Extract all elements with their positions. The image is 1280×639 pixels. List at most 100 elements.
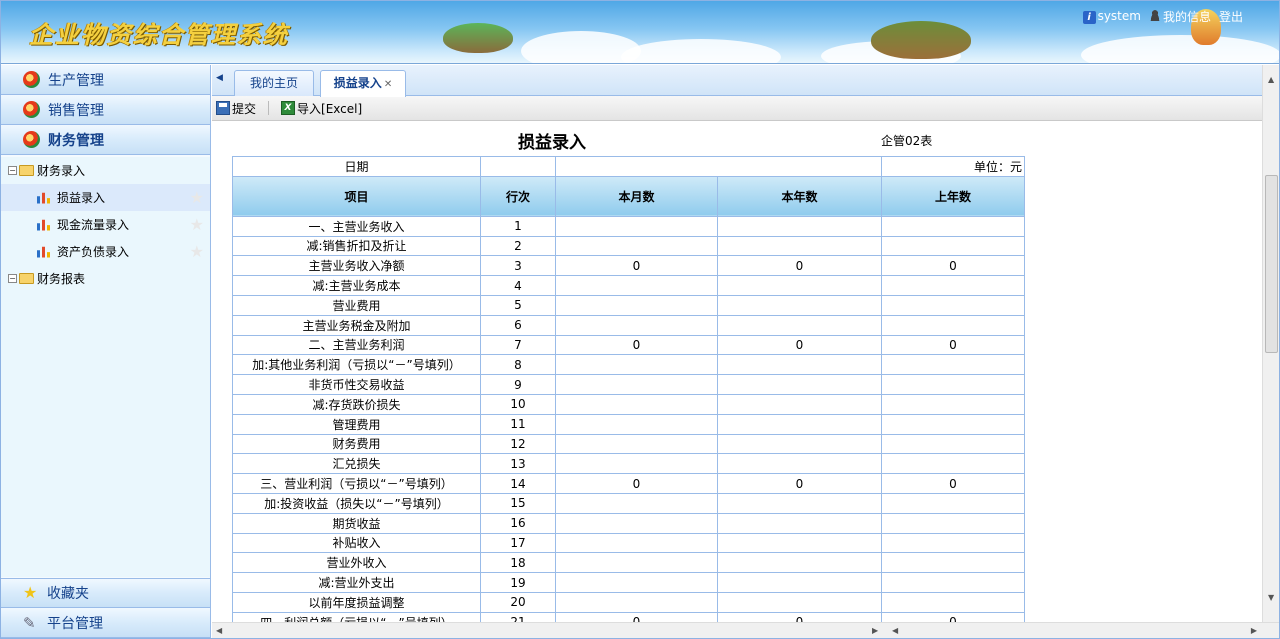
row-month-cell[interactable] bbox=[555, 314, 718, 336]
scroll-thumb[interactable] bbox=[1265, 175, 1278, 353]
row-last-year-cell[interactable]: 0 bbox=[881, 611, 1025, 622]
row-month-cell[interactable]: 0 bbox=[555, 611, 718, 622]
row-month-cell[interactable]: 0 bbox=[555, 334, 718, 356]
row-year-cell[interactable]: 0 bbox=[717, 611, 882, 622]
row-month-cell[interactable] bbox=[555, 433, 718, 455]
row-month-cell[interactable] bbox=[555, 532, 718, 554]
row-last-year-cell[interactable] bbox=[881, 532, 1025, 554]
row-year-cell[interactable] bbox=[717, 235, 882, 257]
row-last-year-cell[interactable]: 0 bbox=[881, 473, 1025, 494]
row-last-year-cell[interactable] bbox=[881, 512, 1025, 534]
row-last-year-cell[interactable] bbox=[881, 552, 1025, 574]
row-month-cell[interactable] bbox=[555, 453, 718, 475]
tab-profit-loss[interactable]: 损益录入 ✕ bbox=[320, 70, 406, 97]
row-year-cell[interactable] bbox=[717, 354, 882, 376]
scroll-right-icon[interactable]: ▶ bbox=[872, 626, 878, 635]
row-year-cell[interactable]: 0 bbox=[717, 473, 882, 494]
row-last-year-cell[interactable] bbox=[881, 354, 1025, 376]
tab-home[interactable]: 我的主页 bbox=[234, 70, 314, 96]
row-month-cell[interactable] bbox=[555, 275, 718, 296]
favorite-star-icon[interactable]: ★ bbox=[190, 188, 204, 207]
row-year-cell[interactable] bbox=[717, 512, 882, 534]
row-month-cell[interactable] bbox=[555, 492, 718, 514]
accordion-sales[interactable]: 销售管理 bbox=[1, 95, 210, 125]
my-info-link[interactable]: 我的信息 bbox=[1148, 8, 1211, 25]
row-month-cell[interactable]: 0 bbox=[555, 255, 718, 277]
accordion-finance[interactable]: 财务管理 bbox=[1, 125, 210, 155]
horizontal-scrollbar[interactable]: ◀ ▶ ◀ ▶ bbox=[212, 622, 1279, 638]
row-month-cell[interactable] bbox=[555, 235, 718, 257]
row-last-year-cell[interactable] bbox=[881, 591, 1025, 613]
row-last-year-cell[interactable] bbox=[881, 413, 1025, 435]
scroll-left-icon[interactable]: ◀ bbox=[216, 626, 222, 635]
row-month-cell[interactable] bbox=[555, 552, 718, 574]
row-month-cell[interactable] bbox=[555, 591, 718, 613]
collapse-icon[interactable]: − bbox=[8, 166, 17, 175]
user-link[interactable]: i system bbox=[1082, 9, 1141, 24]
row-year-cell[interactable] bbox=[717, 275, 882, 296]
row-year-cell[interactable] bbox=[717, 492, 882, 514]
tree-item-balance-sheet[interactable]: 资产负债录入 ★ bbox=[1, 238, 210, 265]
row-year-cell[interactable] bbox=[717, 393, 882, 415]
row-last-year-cell[interactable] bbox=[881, 374, 1025, 395]
tree-folder-finance-reports[interactable]: − 财务报表 bbox=[1, 265, 210, 292]
logout-link[interactable]: 登出 bbox=[1219, 8, 1243, 25]
row-month-cell[interactable]: 0 bbox=[555, 473, 718, 494]
scroll-left-icon-2[interactable]: ◀ bbox=[892, 626, 898, 635]
tab-scroll-left-icon[interactable]: ◀ bbox=[216, 73, 223, 83]
row-last-year-cell[interactable] bbox=[881, 314, 1025, 336]
row-month-cell[interactable] bbox=[555, 393, 718, 415]
row-month-cell[interactable] bbox=[555, 572, 718, 593]
row-year-cell[interactable] bbox=[717, 532, 882, 554]
row-last-year-cell[interactable] bbox=[881, 572, 1025, 593]
accordion-platform[interactable]: ✎ 平台管理 bbox=[1, 608, 210, 638]
row-year-cell[interactable] bbox=[717, 314, 882, 336]
scroll-right-icon-2[interactable]: ▶ bbox=[1251, 626, 1257, 635]
row-month-cell[interactable] bbox=[555, 374, 718, 395]
close-icon[interactable]: ✕ bbox=[384, 73, 392, 97]
row-year-cell[interactable]: 0 bbox=[717, 334, 882, 356]
row-year-cell[interactable] bbox=[717, 413, 882, 435]
row-year-cell[interactable] bbox=[717, 215, 882, 237]
row-last-year-cell[interactable] bbox=[881, 294, 1025, 316]
row-last-year-cell[interactable] bbox=[881, 453, 1025, 475]
row-year-cell[interactable] bbox=[717, 294, 882, 316]
vertical-scrollbar[interactable]: ▲ ▲ ▼ bbox=[1262, 65, 1279, 622]
row-year-cell[interactable] bbox=[717, 552, 882, 574]
export-excel-button[interactable]: X 导入[Excel] bbox=[281, 100, 362, 117]
row-last-year-cell[interactable] bbox=[881, 393, 1025, 415]
row-year-cell[interactable] bbox=[717, 433, 882, 455]
row-last-year-cell[interactable]: 0 bbox=[881, 334, 1025, 356]
tree-item-profit-loss[interactable]: 损益录入 ★ bbox=[1, 184, 210, 211]
col-header-month: 本月数 bbox=[555, 175, 718, 217]
row-last-year-cell[interactable] bbox=[881, 235, 1025, 257]
row-year-cell[interactable] bbox=[717, 453, 882, 475]
row-last-year-cell[interactable] bbox=[881, 215, 1025, 237]
row-month-cell[interactable] bbox=[555, 294, 718, 316]
row-year-cell[interactable]: 0 bbox=[717, 255, 882, 277]
collapse-icon[interactable]: − bbox=[8, 274, 17, 283]
accordion-production[interactable]: 生产管理 bbox=[1, 65, 210, 95]
row-month-cell[interactable] bbox=[555, 512, 718, 534]
row-last-year-cell[interactable] bbox=[881, 433, 1025, 455]
tree-item-cash-flow[interactable]: 现金流量录入 ★ bbox=[1, 211, 210, 238]
scroll-up-icon[interactable]: ▲ bbox=[1268, 75, 1274, 84]
tree-folder-finance-entry[interactable]: − 财务录入 bbox=[1, 157, 210, 184]
row-month-cell[interactable] bbox=[555, 354, 718, 376]
row-year-cell[interactable] bbox=[717, 374, 882, 395]
accordion-favorites[interactable]: ★ 收藏夹 bbox=[1, 578, 210, 608]
row-last-year-cell[interactable] bbox=[881, 492, 1025, 514]
date-input[interactable] bbox=[480, 156, 556, 177]
submit-button[interactable]: 提交 bbox=[216, 100, 256, 117]
row-last-year-cell[interactable] bbox=[881, 275, 1025, 296]
favorite-star-icon[interactable]: ★ bbox=[190, 215, 204, 234]
table-row: 汇兑损失 13 bbox=[232, 453, 1025, 475]
scroll-down-icon[interactable]: ▼ bbox=[1268, 593, 1274, 602]
date-input-wide[interactable] bbox=[555, 156, 882, 177]
row-year-cell[interactable] bbox=[717, 572, 882, 593]
favorite-star-icon[interactable]: ★ bbox=[190, 242, 204, 261]
row-last-year-cell[interactable]: 0 bbox=[881, 255, 1025, 277]
row-year-cell[interactable] bbox=[717, 591, 882, 613]
row-month-cell[interactable] bbox=[555, 215, 718, 237]
row-month-cell[interactable] bbox=[555, 413, 718, 435]
